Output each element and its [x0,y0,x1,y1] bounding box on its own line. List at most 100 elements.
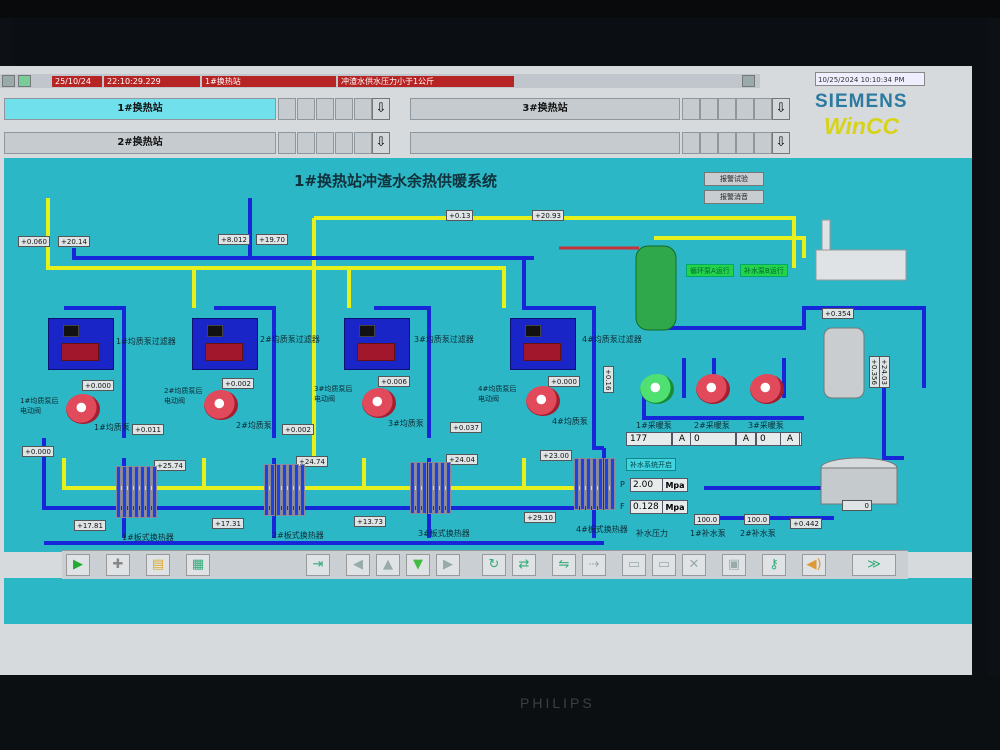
status-circ-pump: 循环泵A运行 [686,264,734,277]
filter-unit[interactable] [344,318,410,370]
filter-unit[interactable] [510,318,576,370]
nav-slot[interactable] [297,132,315,154]
nav-down-arrow-icon[interactable]: ⇩ [772,98,790,120]
circ-pump-valve-label: 3#均质泵后电动阀 [314,385,353,403]
back-icon[interactable]: ◀ [346,554,370,576]
alarm-ack-icon[interactable] [2,75,15,87]
alarm-icon[interactable]: ✚ [106,554,130,576]
reading: +20.93 [532,210,564,221]
nav-slot[interactable] [316,132,334,154]
exchanger-label: 1#板式换热器 [122,533,174,542]
exchanger-label: 3#板式换热器 [418,529,470,538]
heating-pump-3-icon[interactable] [750,374,784,404]
alarm-silence-button[interactable]: 报警消音 [704,190,764,204]
nav-slot[interactable] [335,98,353,120]
heating-pump-2-icon[interactable] [696,374,730,404]
nav-slot[interactable] [278,132,296,154]
up-icon[interactable]: ▲ [376,554,400,576]
copy-icon[interactable]: ▭ [622,554,646,576]
nav-station-4[interactable] [410,132,680,154]
compare-icon[interactable]: ⇋ [552,554,576,576]
filter-label: 3#均质泵过滤器 [414,335,474,344]
nav-slot[interactable] [354,98,372,120]
reading: +0.442 [790,518,822,529]
nav-slot[interactable] [700,98,718,120]
reading: +0.006 [378,376,410,387]
folder-icon[interactable]: ▤ [146,554,170,576]
report-icon[interactable]: ▦ [186,554,210,576]
nav-down-arrow-icon[interactable]: ⇩ [772,132,790,154]
plate-heat-exchanger[interactable] [264,464,306,516]
reading: +0.002 [282,424,314,435]
alarm-test-button[interactable]: 报警试验 [704,172,764,186]
nav-down-arrow-icon[interactable]: ⇩ [372,132,390,154]
alarm-list-icon[interactable] [18,75,31,87]
heating-pump-label: 1#采暖泵 [636,421,672,430]
nav-slot[interactable] [278,98,296,120]
speaker-icon[interactable]: ◀) [802,554,826,576]
heating-pump-1-icon[interactable] [640,374,674,404]
circ-pump-valve-label: 2#均质泵后电动阀 [164,387,203,405]
close-icon[interactable]: ✕ [682,554,706,576]
circ-pump-label: 1#均质泵 [94,423,130,432]
circ-pump-2-icon[interactable] [204,390,238,420]
makeup-pressure-setpoint[interactable]: 2.00 [630,478,666,492]
circ-pump-3-icon[interactable] [362,388,396,418]
nav-down-arrow-icon[interactable]: ⇩ [372,98,390,120]
circ-pump-1-icon[interactable] [66,394,100,424]
nav-slot[interactable] [335,132,353,154]
print-icon[interactable]: ▣ [722,554,746,576]
unit-a: A [780,432,800,446]
filter-unit[interactable] [192,318,258,370]
plate-heat-exchanger[interactable] [410,462,452,514]
reading: +0.000 [82,380,114,391]
play-icon[interactable]: ▶ [66,554,90,576]
nav-station-2[interactable]: 2#换热站 [4,132,276,154]
nav-station-3[interactable]: 3#换热站 [410,98,680,120]
nav-slot[interactable] [754,132,772,154]
paste-icon[interactable]: ▭ [652,554,676,576]
forward-icon[interactable]: ▶ [436,554,460,576]
nav-slot[interactable] [736,98,754,120]
circ-pump-4-icon[interactable] [526,386,560,416]
trend-icon[interactable]: ⇢ [582,554,606,576]
nav-slot[interactable] [682,98,700,120]
nav-slot[interactable] [354,132,372,154]
nav-slot[interactable] [297,98,315,120]
nav-slot[interactable] [754,98,772,120]
key-icon[interactable]: ⚷ [762,554,786,576]
nav-station-1[interactable]: 1#换热站 [4,98,276,120]
monitor-bezel-bottom [0,675,1000,750]
circ-pump-label: 4#均质泵 [552,417,588,426]
plate-heat-exchanger[interactable] [116,466,158,518]
nav-slot[interactable] [682,132,700,154]
heating-pump-label: 2#采暖泵 [694,421,730,430]
nav-slot[interactable] [736,132,754,154]
swap-icon[interactable]: ⇄ [512,554,536,576]
unit-a: A [736,432,756,446]
reading: +0.002 [222,378,254,389]
nav-slot[interactable] [718,98,736,120]
alarm-station: 1#换热站 [202,76,336,87]
reading: +0.000 [548,376,580,387]
filter-unit[interactable] [48,318,114,370]
refresh-icon[interactable]: ↻ [482,554,506,576]
f-label: F [620,502,625,511]
nav-slot[interactable] [316,98,334,120]
reading: +24.03 [879,356,890,388]
down-icon[interactable]: ▼ [406,554,430,576]
nav-slot[interactable] [700,132,718,154]
circ-pump-label: 2#均质泵 [236,421,272,430]
makeup-flow-setpoint[interactable]: 0.128 [630,500,666,514]
makeup-start-button[interactable]: 补水系统开启 [626,458,676,471]
circ-pump-valve-label: 4#均质泵后电动阀 [478,385,517,403]
alarm-bar[interactable]: 25/10/24 22:10:29.229 1#换热站 冲渣水供水压力小于1公斤 [0,74,760,88]
plate-heat-exchanger[interactable] [574,458,616,510]
alarm-expand-icon[interactable] [742,75,755,87]
chevron-icon[interactable]: ≫ [852,554,896,576]
reading: +0.16 [603,366,614,394]
unit-mpa: Mpa [662,478,688,492]
exit-icon[interactable]: ⇥ [306,554,330,576]
reading: +17.81 [74,520,106,531]
nav-slot[interactable] [718,132,736,154]
